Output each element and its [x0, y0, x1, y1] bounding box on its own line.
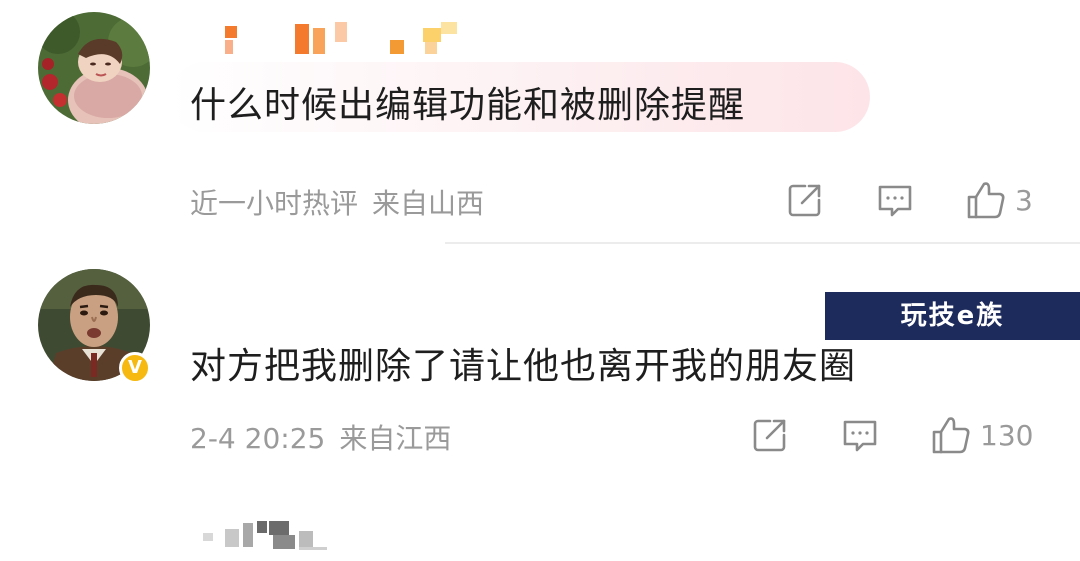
avatar[interactable]: V: [38, 269, 151, 384]
username-redacted[interactable]: [195, 517, 355, 557]
verified-badge: V: [119, 352, 151, 384]
comment-item: V 对方把我删除了请让他也离开我的朋友圈 2-4 20:25 来自江西 130: [0, 245, 1080, 550]
comment-item: 什么时候出编辑功能和被删除提醒 近一小时热评 来自山西 3: [0, 0, 1080, 240]
repost-button[interactable]: [785, 178, 825, 222]
divider: [445, 242, 1080, 244]
repost-icon: [785, 180, 825, 220]
comment-actions: 3: [780, 178, 1060, 222]
comment-icon: [840, 415, 880, 455]
comment-text[interactable]: 对方把我删除了请让他也离开我的朋友圈: [190, 337, 856, 389]
comment-meta: 2-4 20:25 来自江西: [190, 417, 451, 457]
like-button[interactable]: 130: [930, 413, 1033, 457]
comment-location: 来自江西: [339, 422, 452, 455]
avatar[interactable]: [38, 12, 150, 124]
comment-location: 来自山西: [372, 187, 485, 220]
comment-meta: 近一小时热评 来自山西: [190, 182, 484, 222]
like-button[interactable]: 3: [965, 178, 1033, 222]
like-count: 3: [1015, 183, 1033, 217]
watermark-logo: 玩技e族: [825, 292, 1080, 340]
comment-actions: 130: [745, 413, 1065, 457]
comment-time: 2-4 20:25: [190, 422, 326, 455]
like-count: 130: [980, 418, 1034, 452]
thumbs-up-icon: [965, 179, 1007, 221]
repost-button[interactable]: [750, 413, 790, 457]
comment-button[interactable]: [840, 413, 880, 457]
username-redacted[interactable]: [195, 18, 465, 58]
comment-icon: [875, 180, 915, 220]
comment-text[interactable]: 什么时候出编辑功能和被删除提醒: [190, 76, 745, 128]
thumbs-up-icon: [930, 414, 972, 456]
comment-time: 近一小时热评: [190, 187, 359, 220]
comment-button[interactable]: [875, 178, 915, 222]
repost-icon: [750, 415, 790, 455]
